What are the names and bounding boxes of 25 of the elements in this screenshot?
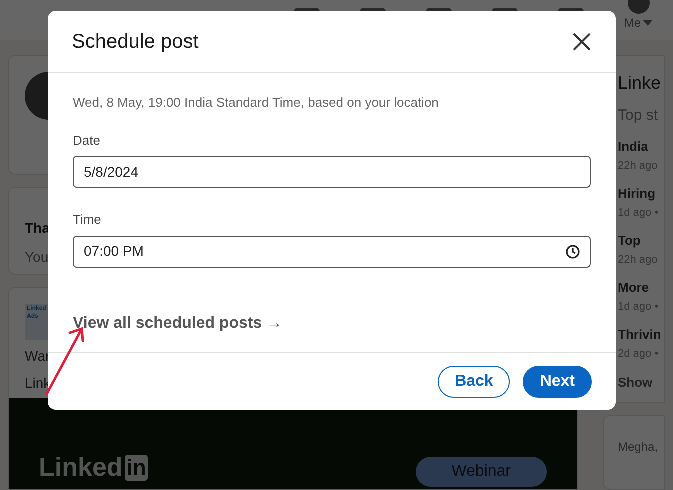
- me-menu-label[interactable]: Me: [624, 14, 641, 32]
- dialog-title: Schedule post: [72, 30, 199, 54]
- caret-icon: [643, 20, 653, 26]
- news-headline[interactable]: India: [618, 136, 648, 156]
- date-field[interactable]: 5/8/2024: [73, 156, 591, 188]
- back-button[interactable]: Back: [438, 366, 510, 398]
- news-headline[interactable]: Hiring: [618, 184, 656, 203]
- news-headline[interactable]: More: [618, 278, 650, 297]
- next-button[interactable]: Next: [523, 366, 592, 398]
- timezone-note: Wed, 8 May, 19:00 India Standard Time, based on your location: [73, 94, 439, 112]
- footer-card-text: Megha,: [618, 439, 658, 456]
- news-headline[interactable]: Top: [618, 230, 641, 250]
- scheduled-posts-link[interactable]: View all scheduled posts →: [73, 312, 283, 336]
- time-field[interactable]: 07:00 PM: [73, 236, 591, 268]
- banner-logo-badge: in: [124, 454, 148, 480]
- news-title: Linke: [618, 72, 662, 95]
- card-text: You: [25, 248, 49, 267]
- field-label: Date: [73, 132, 100, 150]
- news-headline[interactable]: Thrivin: [618, 324, 662, 344]
- clock-icon: [566, 244, 580, 258]
- webinar-pill: Webinar: [416, 457, 547, 487]
- ad-text: War: [25, 347, 50, 366]
- banner-logo-text: Linked: [39, 451, 123, 484]
- field-label: Time: [73, 211, 102, 229]
- show-more-link[interactable]: Show: [618, 372, 653, 392]
